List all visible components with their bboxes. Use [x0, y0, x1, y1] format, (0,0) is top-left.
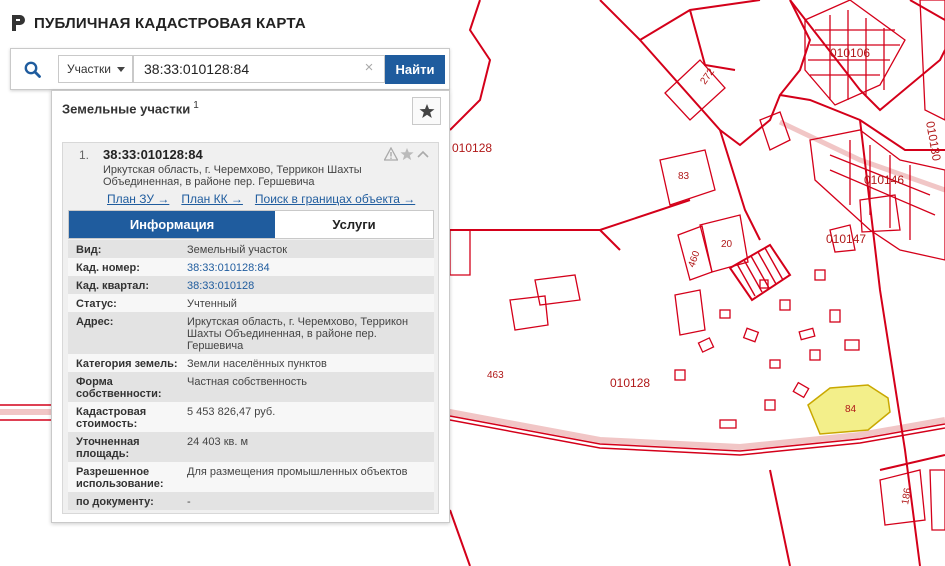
- property-row: Кад. номер: 38:33:010128:84: [68, 258, 434, 276]
- favorites-button[interactable]: [412, 97, 441, 125]
- property-label: Кад. квартал:: [76, 280, 150, 292]
- property-label: Статус:: [76, 298, 117, 310]
- result-index: 1.: [79, 148, 90, 162]
- property-label: Разрешенное использование:: [76, 466, 164, 490]
- property-label: по документу:: [76, 496, 154, 508]
- link-plan-zu[interactable]: План ЗУ →: [107, 192, 169, 206]
- clear-icon[interactable]: ×: [362, 60, 376, 75]
- search-bar: Участки × Найти: [10, 48, 450, 90]
- result-links: План ЗУ → План КК → Поиск в границах объек…: [107, 192, 427, 206]
- panel-title-text: Земельные участки: [62, 101, 191, 117]
- map-label-84: 84: [845, 404, 857, 415]
- app-logo-icon: [12, 15, 25, 31]
- properties-table: Вид: Земельный участок Кад. номер: 38:33…: [68, 240, 434, 510]
- property-row: Уточненная площадь: 24 403 кв. м: [68, 432, 434, 462]
- star-icon[interactable]: [400, 147, 414, 161]
- map-label-010147: 010147: [826, 232, 866, 246]
- property-row: Категория земель: Земли населённых пункт…: [68, 354, 434, 372]
- property-value: Для размещения промышленных объектов: [187, 466, 408, 478]
- property-row: по документу: -: [68, 492, 434, 510]
- property-row: Вид: Земельный участок: [68, 240, 434, 258]
- property-label: Кад. номер:: [76, 262, 140, 274]
- property-row: Адрес: Иркутская область, г. Черемхово, …: [68, 312, 434, 354]
- property-row: Разрешенное использование: Для размещени…: [68, 462, 434, 492]
- panel-title: Земельные участки 1: [62, 100, 199, 116]
- tab-information[interactable]: Информация: [69, 211, 275, 238]
- map-label-83: 83: [678, 171, 690, 182]
- property-label: Форма собственности:: [76, 376, 162, 400]
- property-label: Адрес:: [76, 316, 114, 328]
- property-row: Статус: Учтенный: [68, 294, 434, 312]
- property-value: Земельный участок: [187, 244, 288, 256]
- app-header: ПУБЛИЧНАЯ КАДАСТРОВАЯ КАРТА: [10, 10, 306, 36]
- result-cad-number[interactable]: 38:33:010128:84: [103, 147, 203, 162]
- map-label-010106: 010106: [830, 46, 870, 60]
- map-label-010128-top: 010128: [452, 141, 492, 155]
- tab-services[interactable]: Услуги: [275, 211, 433, 238]
- find-button[interactable]: Найти: [385, 55, 445, 84]
- property-label: Уточненная площадь:: [76, 436, 140, 460]
- property-label: Вид:: [76, 244, 102, 256]
- property-value-link[interactable]: 38:33:010128: [187, 278, 427, 292]
- search-type-value: Участки: [67, 62, 111, 76]
- result-count: 1: [193, 100, 199, 111]
- property-value: 5 453 826,47 руб.: [187, 406, 276, 418]
- app-title: ПУБЛИЧНАЯ КАДАСТРОВАЯ КАРТА: [34, 14, 306, 32]
- search-type-select[interactable]: Участки: [58, 55, 133, 83]
- warning-icon[interactable]: [383, 146, 399, 161]
- map-label-010128: 010128: [610, 376, 650, 390]
- property-value: 24 403 кв. м: [187, 436, 249, 448]
- result-card: 1. 38:33:010128:84 Иркутская область, г.…: [62, 142, 439, 514]
- star-icon: [419, 104, 434, 118]
- link-plan-kk[interactable]: План КК →: [181, 192, 243, 206]
- property-row: Форма собственности: Частная собственнос…: [68, 372, 434, 402]
- chevron-up-icon[interactable]: [416, 147, 430, 161]
- property-label: Кадастровая стоимость:: [76, 406, 147, 430]
- search-input[interactable]: [133, 55, 385, 83]
- property-value: Учтенный: [187, 298, 237, 310]
- property-row: Кадастровая стоимость: 5 453 826,47 руб.: [68, 402, 434, 432]
- results-panel: Земельные участки 1 1. 38:33:010128:84 Ир…: [51, 90, 450, 523]
- property-value: Иркутская область, г. Черемхово, Террико…: [187, 316, 409, 352]
- property-value: -: [187, 496, 191, 508]
- property-label: Категория земель:: [76, 358, 178, 370]
- property-row: Кад. квартал: 38:33:010128: [68, 276, 434, 294]
- link-search-in-bounds[interactable]: Поиск в границах объекта →: [255, 192, 415, 206]
- map-label-463: 463: [487, 370, 504, 381]
- result-tabs: Информация Услуги: [68, 210, 434, 239]
- map-label-010146: 010146: [864, 173, 904, 187]
- property-value: Земли населённых пунктов: [187, 358, 327, 370]
- search-icon[interactable]: [11, 49, 53, 89]
- property-value-link[interactable]: 38:33:010128:84: [187, 260, 427, 274]
- property-value: Частная собственность: [187, 376, 308, 388]
- chevron-down-icon: [117, 67, 125, 72]
- result-address: Иркутская область, г. Черемхово, Террико…: [103, 164, 362, 188]
- result-actions: [383, 146, 430, 161]
- map-label-20: 20: [721, 239, 733, 250]
